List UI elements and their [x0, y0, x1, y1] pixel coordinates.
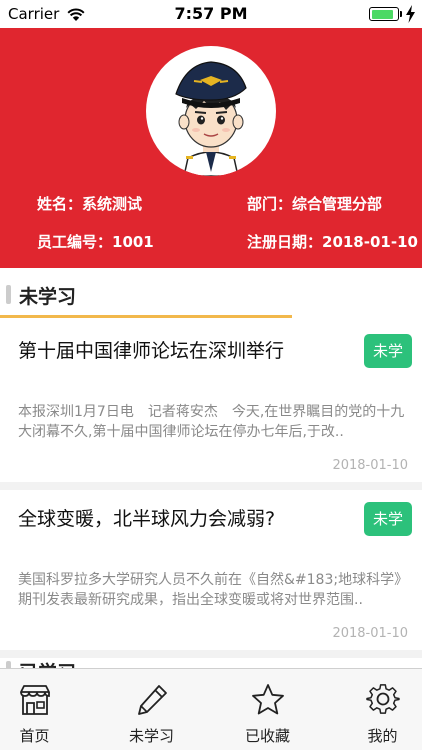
charging-bolt-icon [406, 5, 415, 23]
pilot-avatar-icon [175, 61, 247, 176]
battery-icon [369, 7, 399, 21]
section-header-unstudied: 未学习 [0, 280, 422, 316]
article-date: 2018-01-10 [332, 626, 408, 641]
employee-id: 员工编号：1001 [37, 233, 154, 251]
article-date: 2018-01-10 [332, 458, 408, 473]
employee-department: 部门：综合管理分部 [247, 195, 383, 213]
section-header-studied: 已学习 [0, 658, 422, 668]
tab-label: 未学习 [128, 727, 174, 745]
section-title: 已学习 [19, 658, 76, 668]
section-title: 未学习 [19, 286, 77, 308]
divider [0, 482, 422, 490]
article-card[interactable]: 第十届中国律师论坛在深圳举行 未学 本报深圳1月7日电 记者蒋安杰 今天,在世界… [0, 322, 422, 482]
article-title[interactable]: 第十届中国律师论坛在深圳举行 [18, 338, 308, 364]
tab-mine[interactable]: 我的 [330, 669, 422, 750]
article-summary: 美国科罗拉多大学研究人员不久前在《自然&#183;地球科学》期刊发表最新研究成果… [18, 572, 409, 608]
tab-unstudied[interactable]: 未学习 [99, 669, 204, 750]
section-marker [6, 285, 11, 304]
star-icon [252, 684, 284, 715]
battery-cap [400, 11, 402, 17]
status-badge: 未学 [364, 334, 412, 368]
gear-icon [366, 684, 400, 714]
status-badge: 未学 [364, 502, 412, 536]
tab-favorites[interactable]: 已收藏 [215, 669, 320, 750]
divider [0, 650, 422, 658]
tab-label: 已收藏 [244, 727, 290, 745]
tab-home[interactable]: 首页 [0, 669, 87, 750]
storefront-icon [20, 685, 50, 715]
article-title[interactable]: 全球变暖，北半球风力会减弱? [18, 506, 308, 532]
register-date: 注册日期：2018-01-10 [247, 233, 418, 251]
article-summary: 本报深圳1月7日电 记者蒋安杰 今天,在世界瞩目的党的十九大闭幕不久,第十届中国… [18, 404, 405, 440]
tab-label: 我的 [367, 727, 398, 745]
battery-level [371, 9, 394, 19]
status-bar: Carrier 7:57 PM [0, 0, 422, 28]
tab-label: 首页 [19, 727, 50, 745]
section-underline [0, 315, 292, 318]
clock: 7:57 PM [174, 4, 248, 23]
tab-bar: 首页 未学习 已收藏 我的 [0, 668, 422, 750]
avatar[interactable] [146, 46, 276, 176]
section-marker [6, 661, 11, 668]
profile-header: 姓名：系统测试 部门：综合管理分部 员工编号：1001 注册日期：2018-01… [0, 28, 422, 268]
pencil-icon [138, 685, 167, 715]
article-card[interactable]: 全球变暖，北半球风力会减弱? 未学 美国科罗拉多大学研究人员不久前在《自然&#1… [0, 490, 422, 650]
employee-name: 姓名：系统测试 [37, 195, 143, 213]
